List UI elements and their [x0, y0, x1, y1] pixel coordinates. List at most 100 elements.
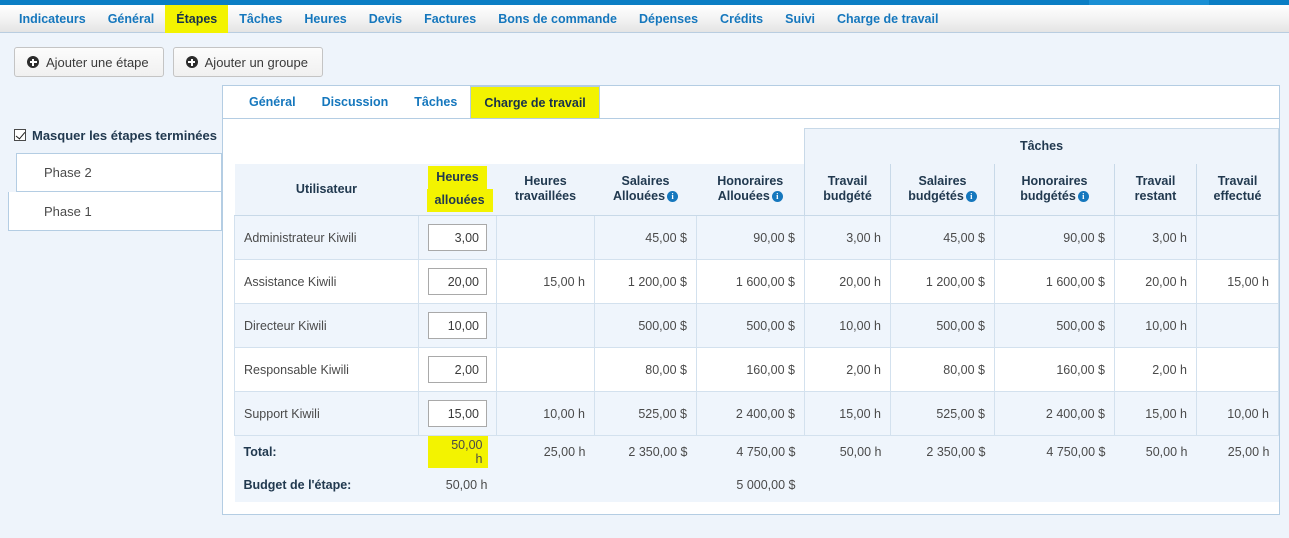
cell-user: Support Kiwili: [234, 391, 419, 436]
cell-work-budgeted: 15,00 h: [804, 391, 891, 436]
column-header-hours-allocated[interactable]: Heuresallouées: [418, 163, 497, 216]
budget-row-work-done: [1196, 468, 1279, 502]
nav-item-heures[interactable]: Heures: [293, 5, 357, 33]
cell-fees-allocated: 160,00 $: [696, 347, 805, 392]
cell-hours-worked: [496, 347, 595, 392]
hours-allocated-input[interactable]: [428, 268, 487, 295]
table-row: Administrateur Kiwili45,00 $90,00 $3,00 …: [234, 215, 1279, 260]
column-header-fees-allocated[interactable]: Honoraires Allouées i: [696, 163, 805, 216]
cell-fees-allocated: 1 600,00 $: [696, 259, 805, 304]
cell-salaries-budgeted: 45,00 $: [890, 215, 995, 260]
budget-row-fees-budgeted: [994, 468, 1115, 502]
hours-allocated-input[interactable]: [428, 224, 487, 251]
table-body: Administrateur Kiwili45,00 $90,00 $3,00 …: [234, 215, 1279, 436]
sub-tab-discussion[interactable]: Discussion: [309, 86, 402, 118]
nav-item-devis[interactable]: Devis: [358, 5, 413, 33]
nav-item-bons-de-commande[interactable]: Bons de commande: [487, 5, 628, 33]
column-header-salaries-budgeted[interactable]: Salaires budgétés i: [890, 163, 995, 216]
cell-work-done: [1196, 303, 1279, 348]
column-header-work-budgeted[interactable]: Travail budgété: [804, 163, 891, 216]
column-header-work-remaining[interactable]: Travail restant: [1114, 163, 1197, 216]
column-header-fees-budgeted[interactable]: Honoraires budgétés i: [994, 163, 1115, 216]
total-row: Total: 50,00 h 25,00 h2 350,00 $4 750,00 $…: [234, 435, 1279, 468]
cell-salaries-budgeted: 525,00 $: [890, 391, 995, 436]
column-header-line2: budgétés i: [899, 189, 986, 204]
group-header-spacer: [235, 129, 805, 164]
phase-list: Phase 2 Phase 1: [0, 153, 222, 231]
info-icon[interactable]: i: [965, 191, 977, 203]
column-header-work-done[interactable]: Travail effectué: [1196, 163, 1279, 216]
cell-fees-budgeted: 160,00 $: [994, 347, 1115, 392]
column-header-line2-text: restant: [1134, 189, 1177, 204]
budget-row-salaries-budgeted: [890, 468, 995, 502]
cell-salaries-budgeted: 500,00 $: [890, 303, 995, 348]
total-row-salaries-budgeted: 2 350,00 $: [890, 435, 995, 468]
column-header-line1: Salaires: [918, 174, 967, 189]
add-step-button[interactable]: Ajouter une étape: [14, 47, 164, 77]
cell-work-budgeted: 2,00 h: [804, 347, 891, 392]
hide-completed-steps-checkbox[interactable]: Masquer les étapes terminées: [0, 126, 222, 144]
cell-hours-worked: 10,00 h: [496, 391, 595, 436]
total-row-hours-allocated: 50,00 h: [418, 435, 497, 468]
column-header-line2-text: budgétés: [1020, 189, 1076, 204]
workload-table-container: Tâches Utilisateur Heuresallouées Heures tr…: [223, 119, 1279, 502]
column-header-line2: budgétés i: [1003, 189, 1106, 204]
checkbox-checked-icon: [14, 129, 26, 141]
cell-work-remaining: 20,00 h: [1114, 259, 1197, 304]
column-header-user[interactable]: Utilisateur: [234, 163, 419, 216]
hours-allocated-input[interactable]: [428, 312, 487, 339]
cell-work-budgeted: 3,00 h: [804, 215, 891, 260]
nav-item-suivi[interactable]: Suivi: [774, 5, 826, 33]
total-row-hours-worked: 25,00 h: [496, 435, 595, 468]
info-icon[interactable]: i: [771, 191, 783, 203]
column-header-line2: effectué: [1205, 189, 1270, 204]
sub-tab-t-ches[interactable]: Tâches: [401, 86, 470, 118]
total-row-fees-budgeted: 4 750,00 $: [994, 435, 1115, 468]
column-header-line2: Allouées i: [705, 189, 797, 204]
nav-item-d-penses[interactable]: Dépenses: [628, 5, 709, 33]
nav-item-t-ches[interactable]: Tâches: [228, 5, 293, 33]
hide-completed-steps-label: Masquer les étapes terminées: [32, 127, 217, 143]
content-panel: Général Discussion Tâches Charge de travail…: [222, 85, 1280, 515]
info-icon[interactable]: i: [1077, 191, 1089, 203]
table-head: Tâches Utilisateur Heuresallouées Heures tr…: [234, 128, 1279, 216]
cell-work-done: [1196, 215, 1279, 260]
info-icon[interactable]: i: [667, 191, 679, 203]
sub-tab-charge-de-travail[interactable]: Charge de travail: [470, 86, 600, 118]
plus-circle-icon: [27, 56, 39, 68]
phase-list-item[interactable]: Phase 2: [16, 153, 222, 192]
column-header-line2-text: Allouées: [612, 189, 666, 204]
column-header-line1: Honoraires: [1021, 174, 1088, 189]
cell-hours-worked: [496, 303, 595, 348]
budget-row-hours-worked: [496, 468, 595, 502]
cell-work-done: 15,00 h: [1196, 259, 1279, 304]
nav-item-tapes[interactable]: Étapes: [165, 4, 229, 33]
table-row: Assistance Kiwili15,00 h1 200,00 $1 600,…: [234, 259, 1279, 304]
nav-item-charge-de-travail[interactable]: Charge de travail: [826, 5, 949, 33]
cell-work-remaining: 3,00 h: [1114, 215, 1197, 260]
budget-row-label: Budget de l'étape:: [234, 468, 419, 502]
plus-circle-icon: [185, 56, 198, 68]
budget-row-fees-allocated: 5 000,00 $: [696, 468, 805, 502]
cell-salaries-allocated: 80,00 $: [594, 347, 697, 392]
hours-allocated-input[interactable]: [428, 400, 487, 427]
cell-work-done: [1196, 347, 1279, 392]
cell-fees-budgeted: 2 400,00 $: [994, 391, 1115, 436]
hours-allocated-input[interactable]: [428, 356, 487, 383]
column-header-line1: Travail: [1135, 174, 1176, 189]
column-header-hours-worked[interactable]: Heures travaillées: [496, 163, 595, 216]
phase-list-item[interactable]: Phase 1: [8, 192, 222, 231]
table-header-row: Utilisateur Heuresallouées Heures travaillé…: [234, 163, 1279, 216]
nav-item-factures[interactable]: Factures: [413, 5, 487, 33]
column-header-salaries-allocated[interactable]: Salaires Allouées i: [594, 163, 697, 216]
nav-item-cr-dits[interactable]: Crédits: [709, 5, 774, 33]
nav-item-indicateurs[interactable]: Indicateurs: [8, 5, 97, 33]
nav-item-g-n-ral[interactable]: Général: [97, 5, 166, 33]
total-row-work-done: 25,00 h: [1196, 435, 1279, 468]
cell-user: Assistance Kiwili: [234, 259, 419, 304]
add-group-button[interactable]: Ajouter un groupe: [172, 47, 323, 77]
cell-work-remaining: 2,00 h: [1114, 347, 1197, 392]
main-navigation: Indicateurs Général Étapes Tâches Heures Devi…: [0, 4, 1289, 33]
sub-tab-g-n-ral[interactable]: Général: [236, 86, 309, 118]
cell-fees-allocated: 500,00 $: [696, 303, 805, 348]
